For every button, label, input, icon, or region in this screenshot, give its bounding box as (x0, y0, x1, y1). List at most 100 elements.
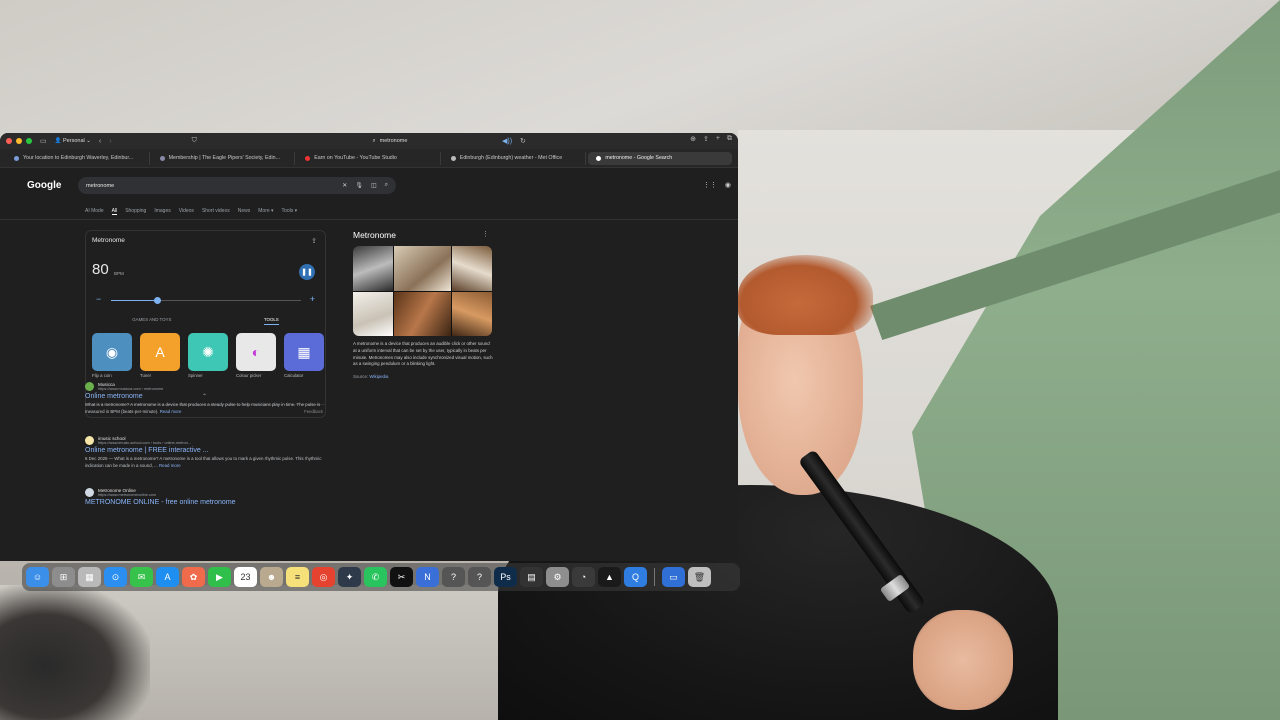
contacts-icon[interactable]: ☻ (260, 567, 283, 587)
share-icon[interactable]: ⇪ (311, 237, 317, 245)
quicktime-icon[interactable]: Q (624, 567, 647, 587)
reload-icon[interactable]: ↻ (520, 137, 526, 145)
nav-tab-short-videos[interactable]: Short videos (202, 208, 230, 215)
tab-tools[interactable]: TOOLS (263, 317, 279, 325)
launchpad-icon[interactable]: ⊞ (52, 567, 75, 587)
tab-google-search[interactable]: metronome - Google Search (588, 151, 732, 165)
capcut-icon[interactable]: ✂ (390, 567, 413, 587)
forward-icon[interactable]: › (109, 138, 111, 145)
system-settings-icon[interactable]: ⚙ (546, 567, 569, 587)
tab-met-office[interactable]: Edinburgh (Edinburgh) weather - Met Offi… (443, 151, 587, 165)
tab-youtube-studio[interactable]: Earn on YouTube - YouTube Studio (297, 151, 441, 165)
lens-icon[interactable]: ◫ (371, 182, 377, 189)
audio-playing-icon[interactable]: ◀)) (502, 137, 512, 145)
photos-icon[interactable]: ✿ (182, 567, 205, 587)
sidebar-toggle-icon[interactable]: ▭ (40, 137, 47, 145)
apps-grid-icon[interactable]: ▦ (78, 567, 101, 587)
clear-icon[interactable]: ✕ (342, 182, 347, 189)
close-window-button[interactable] (6, 138, 12, 144)
messages-icon[interactable]: ✉ (130, 567, 153, 587)
result-title-link[interactable]: Online metronome | FREE interactive ... (85, 447, 325, 454)
tool-item[interactable]: A Tuner (140, 333, 180, 378)
notes-icon[interactable]: ≡ (286, 567, 309, 587)
tool-label: Tuner (140, 373, 152, 378)
result-site[interactable]: imusic school https://www.imusic-school.… (85, 436, 325, 445)
result-site[interactable]: Metronome Online https://www.metronomeon… (85, 488, 325, 497)
result-title-link[interactable]: Online metronome (85, 393, 325, 400)
search-icon[interactable]: ⌕ (385, 182, 388, 189)
read-more-link[interactable]: Read more (160, 409, 182, 414)
nav-tab-all[interactable]: All (111, 208, 118, 215)
address-bar[interactable]: ⌕ metronome (250, 135, 530, 147)
chrome-icon[interactable]: ◎ (312, 567, 335, 587)
google-search-box[interactable]: metronome ✕ 🎙 ◫ ⌕ (78, 177, 396, 194)
tab-favicon (14, 155, 19, 161)
metronome-image[interactable] (394, 291, 451, 336)
nav-tab-more[interactable]: More ▾ (258, 208, 273, 215)
arc-icon[interactable]: ▲ (598, 567, 621, 587)
result-title-link[interactable]: METRONOME ONLINE - free online metronome (85, 499, 325, 506)
nav-tab-tools[interactable]: Tools ▾ (282, 208, 298, 215)
profile-button[interactable]: 👤 Personal ⌄ (55, 138, 91, 144)
whatsapp-icon[interactable]: ✆ (364, 567, 387, 587)
nav-tab-shopping[interactable]: Shopping (125, 208, 146, 215)
snippet-text: 6 Dec 2025 — What is a metronome? A metr… (85, 456, 322, 468)
source-link[interactable]: Wikipedia (369, 374, 388, 379)
app-store-icon[interactable]: A (156, 567, 179, 587)
increase-bpm-button[interactable]: + (310, 294, 315, 304)
facetime-icon[interactable]: ▶ (208, 567, 231, 587)
snippet-text: What is a metronome? A metronome is a de… (85, 402, 321, 414)
back-icon[interactable]: ‹ (99, 138, 101, 145)
account-avatar[interactable]: ◉ (725, 181, 731, 189)
apps-grid-icon[interactable]: ⋮⋮ (703, 181, 717, 189)
google-logo[interactable]: Google (27, 180, 61, 191)
tool-label: Flip a coin (92, 373, 112, 378)
tab-location[interactable]: Your location to Edinburgh Waverley, Edi… (6, 151, 150, 165)
metronome-image[interactable] (353, 291, 394, 336)
search-result: Musicca https://www.musicca.com › metron… (85, 382, 325, 415)
disk-utility-icon[interactable]: ◔ (572, 567, 595, 587)
nav-tab-videos[interactable]: Videos (179, 208, 194, 215)
zoom-window-button[interactable] (26, 138, 32, 144)
davinci-icon[interactable]: ✦ (338, 567, 361, 587)
nav-tab-images[interactable]: Images (154, 208, 170, 215)
microphone-icon[interactable]: 🎙 (355, 182, 363, 189)
help-icon[interactable]: ? (442, 567, 465, 587)
tab-overview-icon[interactable]: ⧉ (727, 135, 732, 143)
tab-membership[interactable]: Membership | The Eagle Pipers' Society, … (152, 151, 296, 165)
profile-label: Personal (63, 138, 85, 144)
metronome-image[interactable] (353, 246, 394, 291)
knowledge-panel-images[interactable] (353, 246, 492, 336)
decrease-bpm-button[interactable]: − (96, 294, 101, 304)
minimize-window-button[interactable] (16, 138, 22, 144)
read-more-link[interactable]: Read more (159, 463, 181, 468)
photoshop-icon[interactable]: Ps (494, 567, 517, 587)
share-icon[interactable]: ⇪ (703, 135, 709, 143)
screen-sharing-icon[interactable]: ▭ (662, 567, 685, 587)
privacy-shield-icon[interactable]: ⛉ (192, 137, 197, 145)
download-icon[interactable]: ⊕ (690, 135, 696, 143)
finder-icon[interactable]: ☺ (26, 567, 49, 587)
metronome-image[interactable] (394, 246, 451, 291)
new-tab-icon[interactable]: + (716, 135, 720, 143)
help-icon-2[interactable]: ? (468, 567, 491, 587)
more-options-icon[interactable]: ⋮ (482, 230, 489, 238)
nav-tab-ai-mode[interactable]: AI Mode (85, 208, 104, 215)
notion-icon[interactable]: N (416, 567, 439, 587)
metronome-image[interactable] (451, 246, 492, 291)
tool-item[interactable]: ◉ Flip a coin (92, 333, 132, 378)
result-site[interactable]: Musicca https://www.musicca.com › metron… (85, 382, 325, 391)
bpm-slider[interactable] (111, 297, 301, 304)
tool-item[interactable]: ✺ Spinner (188, 333, 228, 378)
calendar-icon[interactable]: 23 (234, 567, 257, 587)
safari-icon[interactable]: ⊙ (104, 567, 127, 587)
tab-games-and-toys[interactable]: GAMES AND TOYS (132, 317, 171, 325)
claquette-icon[interactable]: ▤ (520, 567, 543, 587)
tool-item[interactable]: ▦ Calculator (284, 333, 324, 378)
metronome-image[interactable] (451, 291, 492, 336)
tool-item[interactable]: ◐ Colour picker (236, 333, 276, 378)
nav-tab-news[interactable]: News (238, 208, 251, 215)
bpm-slider-handle[interactable] (153, 297, 161, 304)
trash-icon[interactable]: 🗑 (688, 567, 711, 587)
pause-button[interactable]: ❚❚ (299, 264, 315, 280)
